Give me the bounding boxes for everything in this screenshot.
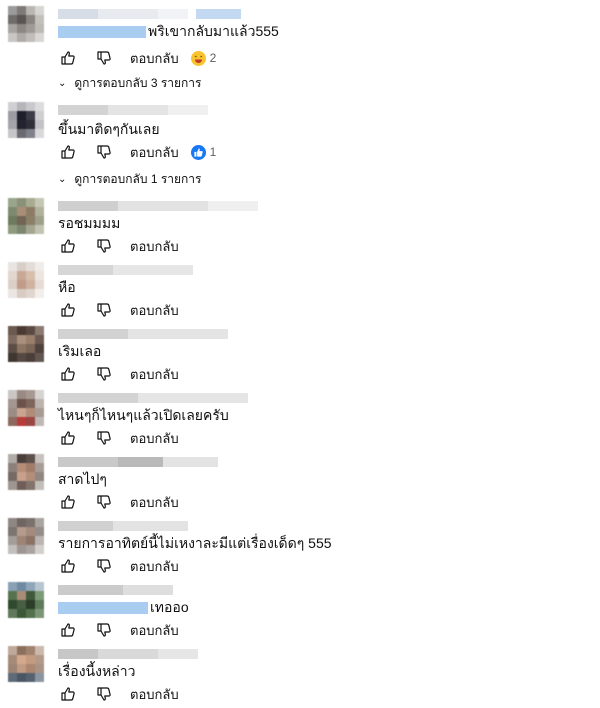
author-name-redacted[interactable] [58,6,241,22]
comment-item: เริมเลอ ตอบกลับ [0,324,600,384]
author-name-redacted[interactable] [58,454,218,470]
thumbs-up-icon[interactable] [58,684,78,704]
comment-actions: ตอบกลับ [58,684,191,704]
comment-actions: ตอบกลับ 1 [58,142,216,162]
thumbs-down-icon[interactable] [94,48,114,68]
thumbs-up-icon[interactable] [58,236,78,256]
thumbs-up-reaction-icon [190,144,206,160]
comment-text: เทออo [58,598,189,616]
avatar[interactable] [8,198,44,234]
avatar[interactable] [8,6,44,42]
avatar[interactable] [8,390,44,426]
thumbs-up-icon[interactable] [58,428,78,448]
comment-actions: ตอบกลับ [58,556,191,576]
thumbs-up-icon[interactable] [58,142,78,162]
reaction-count: 1 [209,145,217,159]
avatar[interactable] [8,646,44,682]
author-name-redacted[interactable] [58,518,188,534]
thumbs-up-icon[interactable] [58,48,78,68]
thumbs-up-icon[interactable] [58,492,78,512]
comment-item: เรื่องนี้งหล่าว ตอบกลับ [0,644,600,704]
comment-text: ไหนๆก็ไหนๆแล้วเปิดเลยครับ [58,407,229,423]
chevron-down-icon: ⌄ [58,174,67,185]
view-replies-button[interactable]: ⌄ ดูการตอบกลับ 3 รายการ [58,74,202,93]
thumbs-down-icon[interactable] [94,364,114,384]
comment-text: ขึ้นมาติดๆกันเลย [58,121,160,137]
thumbs-down-icon[interactable] [94,428,114,448]
author-name-redacted[interactable] [58,198,258,214]
thumbs-down-icon[interactable] [94,236,114,256]
comment-text: รอชมมมม [58,215,121,231]
comment-text: เรื่องนี้งหล่าว [58,663,136,679]
comment-item: เทออo ตอบกลับ [0,580,600,640]
reply-button[interactable]: ตอบกลับ [130,428,179,449]
reply-button[interactable]: ตอบกลับ [130,142,179,163]
mention-redacted[interactable] [58,602,148,615]
comment-actions: ตอบกลับ [58,364,191,384]
comment-item: ขึ้นมาติดๆกันเลย ตอบกลับ 1 ⌄ ดูการตอบกลั… [0,100,600,188]
comment-text: พริเขากลับมาแล้ว555 [58,22,279,40]
reply-button[interactable]: ตอบกลับ [130,684,179,705]
comment-item: สาดไปๆ ตอบกลับ [0,452,600,512]
reply-button[interactable]: ตอบกลับ [130,492,179,513]
author-name-redacted[interactable] [58,646,198,662]
avatar[interactable] [8,582,44,618]
thumbs-down-icon[interactable] [94,492,114,512]
thumbs-down-icon[interactable] [94,142,114,162]
reply-button[interactable]: ตอบกลับ [130,48,179,69]
comment-actions: ตอบกลับ [58,492,191,512]
comment-actions: ตอบกลับ [58,428,191,448]
reply-button[interactable]: ตอบกลับ [130,364,179,385]
thumbs-up-icon[interactable] [58,620,78,640]
thumbs-down-icon[interactable] [94,684,114,704]
reaction-count: 2 [209,51,217,65]
thumbs-down-icon[interactable] [94,620,114,640]
avatar[interactable] [8,326,44,362]
author-name-redacted[interactable] [58,102,208,118]
comment-item: พริเขากลับมาแล้ว555 ตอบกลับ 2 ⌄ ดูการตอบ… [0,2,600,90]
comment-actions: ตอบกลับ [58,300,191,320]
author-name-redacted[interactable] [58,390,248,406]
reply-button[interactable]: ตอบกลับ [130,556,179,577]
thumbs-down-icon[interactable] [94,556,114,576]
thumbs-up-icon[interactable] [58,300,78,320]
comment-item: รอชมมมม ตอบกลับ [0,196,600,256]
mention-redacted[interactable] [58,26,146,39]
avatar[interactable] [8,262,44,298]
reaction-summary[interactable]: 2 [190,50,217,66]
thumbs-up-icon[interactable] [58,364,78,384]
author-name-redacted[interactable] [58,326,228,342]
comment-item: ไหนๆก็ไหนๆแล้วเปิดเลยครับ ตอบกลับ [0,388,600,448]
avatar[interactable] [8,518,44,554]
thumbs-up-icon[interactable] [58,556,78,576]
comment-text: สาดไปๆ [58,471,107,487]
chevron-down-icon: ⌄ [58,78,67,89]
comment-text: หือ [58,279,76,295]
reply-button[interactable]: ตอบกลับ [130,620,179,641]
laughing-emoji-icon [190,50,206,66]
reply-button[interactable]: ตอบกลับ [130,300,179,321]
reply-button[interactable]: ตอบกลับ [130,236,179,257]
comment-text: เริมเลอ [58,343,102,359]
view-replies-button[interactable]: ⌄ ดูการตอบกลับ 1 รายการ [58,170,202,189]
comment-actions: ตอบกลับ 2 [58,48,216,68]
author-name-redacted[interactable] [58,262,193,278]
comment-item: หือ ตอบกลับ [0,260,600,320]
avatar[interactable] [8,454,44,490]
thumbs-down-icon[interactable] [94,300,114,320]
reaction-summary[interactable]: 1 [190,144,217,160]
comment-text: รายการอาทิตย์นี้ไม่เหงาละมีแต่เรื่องเด็ด… [58,535,332,551]
avatar[interactable] [8,102,44,138]
comment-item: รายการอาทิตย์นี้ไม่เหงาละมีแต่เรื่องเด็ด… [0,516,600,576]
author-name-redacted[interactable] [58,582,173,598]
comment-actions: ตอบกลับ [58,620,191,640]
comment-actions: ตอบกลับ [58,236,191,256]
